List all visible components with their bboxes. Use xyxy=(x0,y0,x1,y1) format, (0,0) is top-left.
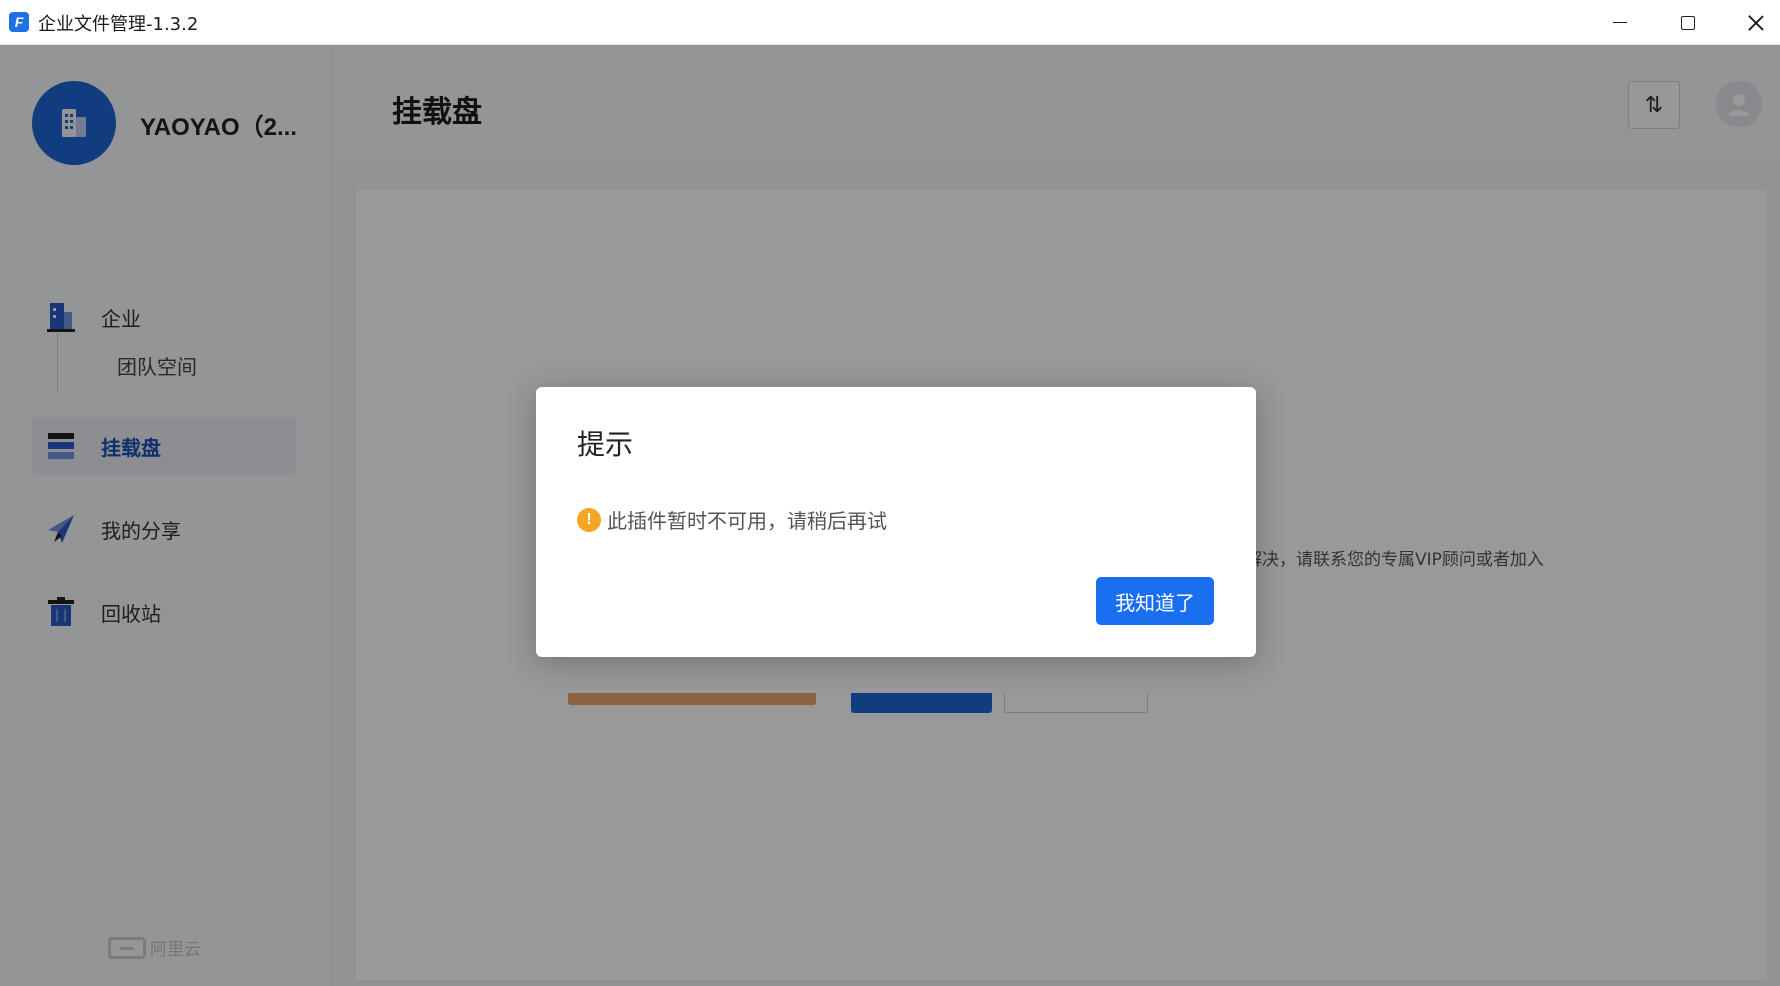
dialog-message: ! 此插件暂时不可用，请稍后再试 xyxy=(577,505,887,534)
warning-icon: ! xyxy=(577,507,601,532)
dialog-title: 提示 xyxy=(577,428,634,461)
maximize-button[interactable] xyxy=(1654,0,1722,45)
close-icon xyxy=(1748,15,1764,31)
minimize-icon xyxy=(1613,21,1627,24)
minimize-button[interactable] xyxy=(1586,0,1654,45)
window-title: 企业文件管理-1.3.2 xyxy=(38,14,199,35)
dialog-message-text: 此插件暂时不可用，请稍后再试 xyxy=(607,509,887,533)
window-titlebar: F 企业文件管理-1.3.2 xyxy=(0,0,1780,45)
close-button[interactable] xyxy=(1722,0,1780,45)
alert-dialog: 提示 ! 此插件暂时不可用，请稍后再试 我知道了 xyxy=(536,387,1256,657)
maximize-icon xyxy=(1681,15,1695,30)
confirm-button[interactable]: 我知道了 xyxy=(1096,577,1214,625)
app-icon: F xyxy=(9,12,29,32)
